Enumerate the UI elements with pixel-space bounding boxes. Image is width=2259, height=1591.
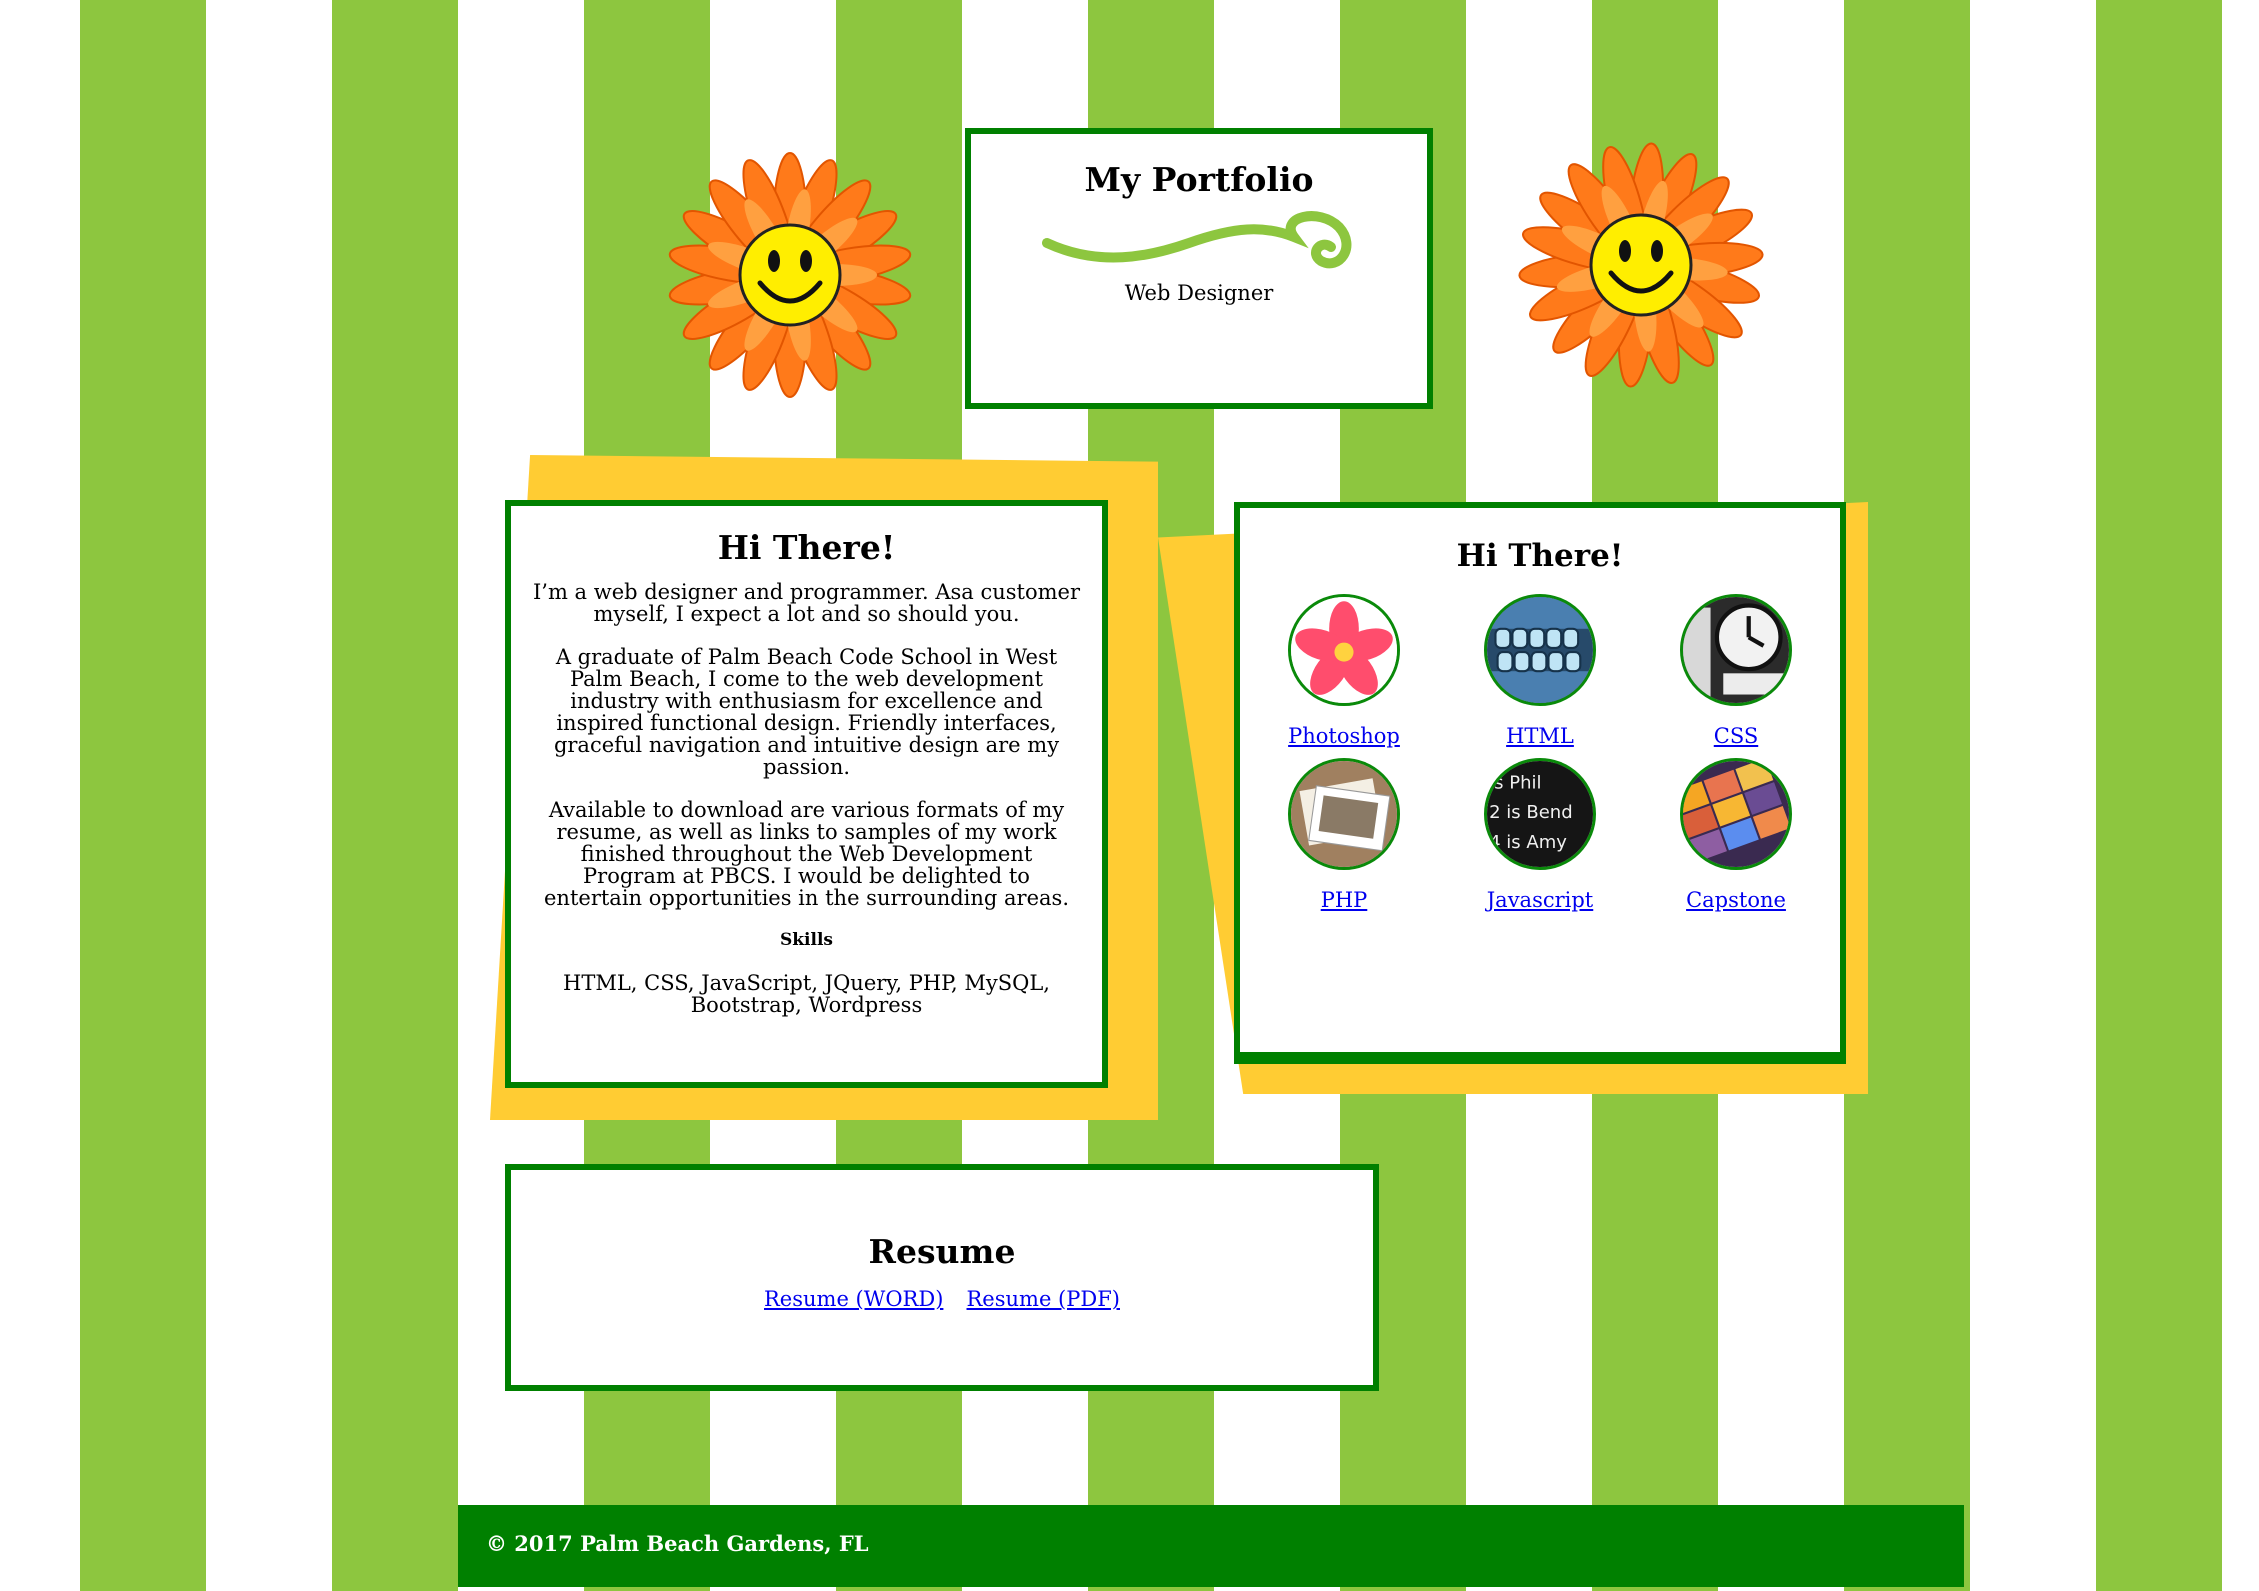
project-card: PHP xyxy=(1246,758,1442,912)
resume-word-link[interactable]: Resume (WORD) xyxy=(764,1287,943,1311)
projects-heading: Hi There! xyxy=(1456,538,1624,574)
flower-thumbnail-icon[interactable] xyxy=(1288,594,1400,706)
smiley-flower-icon xyxy=(668,152,912,398)
resume-panel: Resume Resume (WORD) Resume (PDF) xyxy=(505,1164,1379,1391)
about-paragraph-2: A graduate of Palm Beach Code School in … xyxy=(553,645,1060,779)
footer-text: © 2017 Palm Beach Gardens, FL xyxy=(486,1531,869,1556)
page-subtitle: Web Designer xyxy=(1124,281,1274,305)
smiley-flower-left xyxy=(655,140,925,410)
projects-grid: Photoshop HTML CSS PHP is Phil 2 is Bend… xyxy=(1240,594,1840,912)
project-link-css[interactable]: CSS xyxy=(1714,724,1758,748)
about-heading: Hi There! xyxy=(717,528,896,567)
resume-heading: Resume xyxy=(868,1232,1016,1271)
project-link-php[interactable]: PHP xyxy=(1321,888,1368,912)
code-text-thumbnail-icon[interactable]: is Phil 2 is Bend 4 is Amy xyxy=(1484,758,1596,870)
resume-pdf-link[interactable]: Resume (PDF) xyxy=(967,1287,1120,1311)
project-link-capstone[interactable]: Capstone xyxy=(1686,888,1786,912)
page-title: My Portfolio xyxy=(1084,160,1314,199)
skills-list: HTML, CSS, JavaScript, JQuery, PHP, MySQ… xyxy=(563,971,1050,1017)
project-link-html[interactable]: HTML xyxy=(1506,724,1574,748)
photo-stack-thumbnail-icon[interactable] xyxy=(1288,758,1400,870)
skills-heading: Skills xyxy=(779,930,833,950)
thumb-code-line: is Phil xyxy=(1489,773,1541,794)
smiley-flower-icon xyxy=(1518,142,1764,388)
about-paragraph-1: I’m a web designer and programmer. Asa c… xyxy=(532,580,1081,626)
projects-panel: Hi There! Photoshop HTML CSS PHP is Phil… xyxy=(1234,502,1846,1064)
project-card: Capstone xyxy=(1638,758,1834,912)
project-link-photoshop[interactable]: Photoshop xyxy=(1288,724,1400,748)
about-paragraph-3: Available to download are various format… xyxy=(544,798,1069,910)
project-card: CSS xyxy=(1638,594,1834,748)
thumb-code-line: 2 is Bend xyxy=(1489,802,1573,823)
footer: © 2017 Palm Beach Gardens, FL xyxy=(458,1505,1964,1587)
color-tiles-thumbnail-icon[interactable] xyxy=(1680,758,1792,870)
teeth-thumbnail-icon[interactable] xyxy=(1484,594,1596,706)
project-card: HTML xyxy=(1442,594,1638,748)
hotel-clock-thumbnail-icon[interactable] xyxy=(1680,594,1792,706)
about-panel: Hi There! I’m a web designer and program… xyxy=(505,500,1108,1088)
smiley-flower-right xyxy=(1506,130,1776,400)
swirl-ornament-icon xyxy=(1042,211,1352,269)
project-link-javascript[interactable]: Javascript xyxy=(1487,888,1594,912)
portfolio-title-panel: My Portfolio Web Designer xyxy=(965,128,1433,409)
project-card: Photoshop xyxy=(1246,594,1442,748)
project-card: is Phil 2 is Bend 4 is Amy Javascript xyxy=(1442,758,1638,912)
thumb-code-line: 4 is Amy xyxy=(1489,832,1567,853)
